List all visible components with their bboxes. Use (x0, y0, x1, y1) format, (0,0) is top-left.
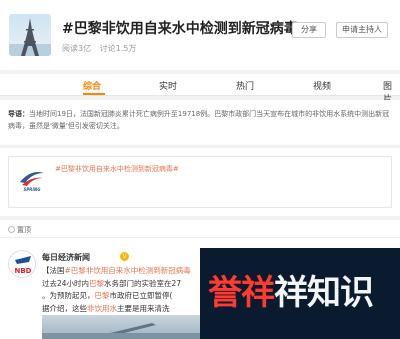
share-button[interactable]: 分享 (292, 22, 326, 38)
tab-realtime[interactable]: 实时 (159, 79, 177, 92)
water-scene-image (42, 323, 200, 339)
pinned-label: 置顶 (17, 226, 31, 234)
spring-logo-text: SPRING (23, 187, 41, 192)
active-tab-indicator (83, 93, 105, 95)
topic-card-section: SPRING #巴黎非饮用自来水中检测到新冠病毒# (0, 148, 400, 216)
topic-guide: 导语：当地时间19日，法国新冠肺炎累计死亡病例升至19718例。巴黎市政部门当天… (0, 100, 400, 145)
post-image[interactable] (42, 315, 200, 339)
discuss-count: 讨论1.5万 (99, 44, 137, 53)
post-text: 【法国#巴黎非饮用自来水中检测到新冠病毒 过去24小时内巴黎水务部门的实验室在2… (42, 265, 202, 315)
post-line: 据介绍，这些非饮用水主要是用来清洗 (42, 303, 170, 313)
post-line: 【法国#巴黎非饮用自来水中检测到新冠病毒 (42, 266, 191, 275)
card-topic-link[interactable]: #巴黎非饮用自来水中检测到新冠病毒# (55, 164, 179, 174)
avatar[interactable]: NBD (8, 250, 36, 278)
topic-card[interactable]: SPRING #巴黎非饮用自来水中检测到新冠病毒# (8, 156, 392, 208)
topic-thumbnail (9, 14, 51, 56)
pinned-tag: 置顶 (8, 225, 31, 235)
guide-label: 导语： (8, 110, 29, 118)
topic-header: #巴黎非饮用自来水中检测到新冠病毒# 阅读3亿 讨论1.5万 分享 申请主持人 (0, 0, 400, 70)
post-line: 。为预防起见，巴黎市政府已立即暂停( (42, 291, 173, 300)
post-line: 过去24小时内巴黎水务部门的实验室在27 (42, 278, 182, 288)
nbd-logo-icon: NBD (10, 252, 35, 277)
topic-tabs: 综合 实时 热门 视频 图片 (0, 74, 400, 105)
read-count: 阅读3亿 (62, 44, 92, 53)
topic-title: #巴黎非饮用自来水中检测到新冠病毒# (62, 21, 310, 37)
eiffel-tower-icon (9, 18, 51, 56)
guide-text: 当地时间19日，法国新冠肺炎累计死亡病例升至19718例。巴黎市政部门当天宣布在… (8, 110, 390, 130)
tab-hot[interactable]: 热门 (236, 79, 254, 92)
apply-host-button[interactable]: 申请主持人 (336, 22, 388, 38)
tab-video[interactable]: 视频 (313, 79, 331, 92)
author-name[interactable]: 每日经济新闻 (42, 252, 90, 263)
pin-icon (8, 226, 15, 233)
watermark-text: 誉祥祥知识 (208, 273, 374, 313)
watermark-banner: 誉祥祥知识 (200, 248, 400, 339)
verified-badge-icon: V (120, 252, 129, 261)
spring-logo: SPRING (17, 167, 47, 195)
swoosh-logo-icon (20, 172, 44, 186)
divider (0, 237, 400, 238)
nbd-avatar-text: NBD (14, 267, 31, 275)
topic-stats: 阅读3亿 讨论1.5万 (62, 43, 136, 54)
tab-comprehensive[interactable]: 综合 (83, 79, 101, 92)
